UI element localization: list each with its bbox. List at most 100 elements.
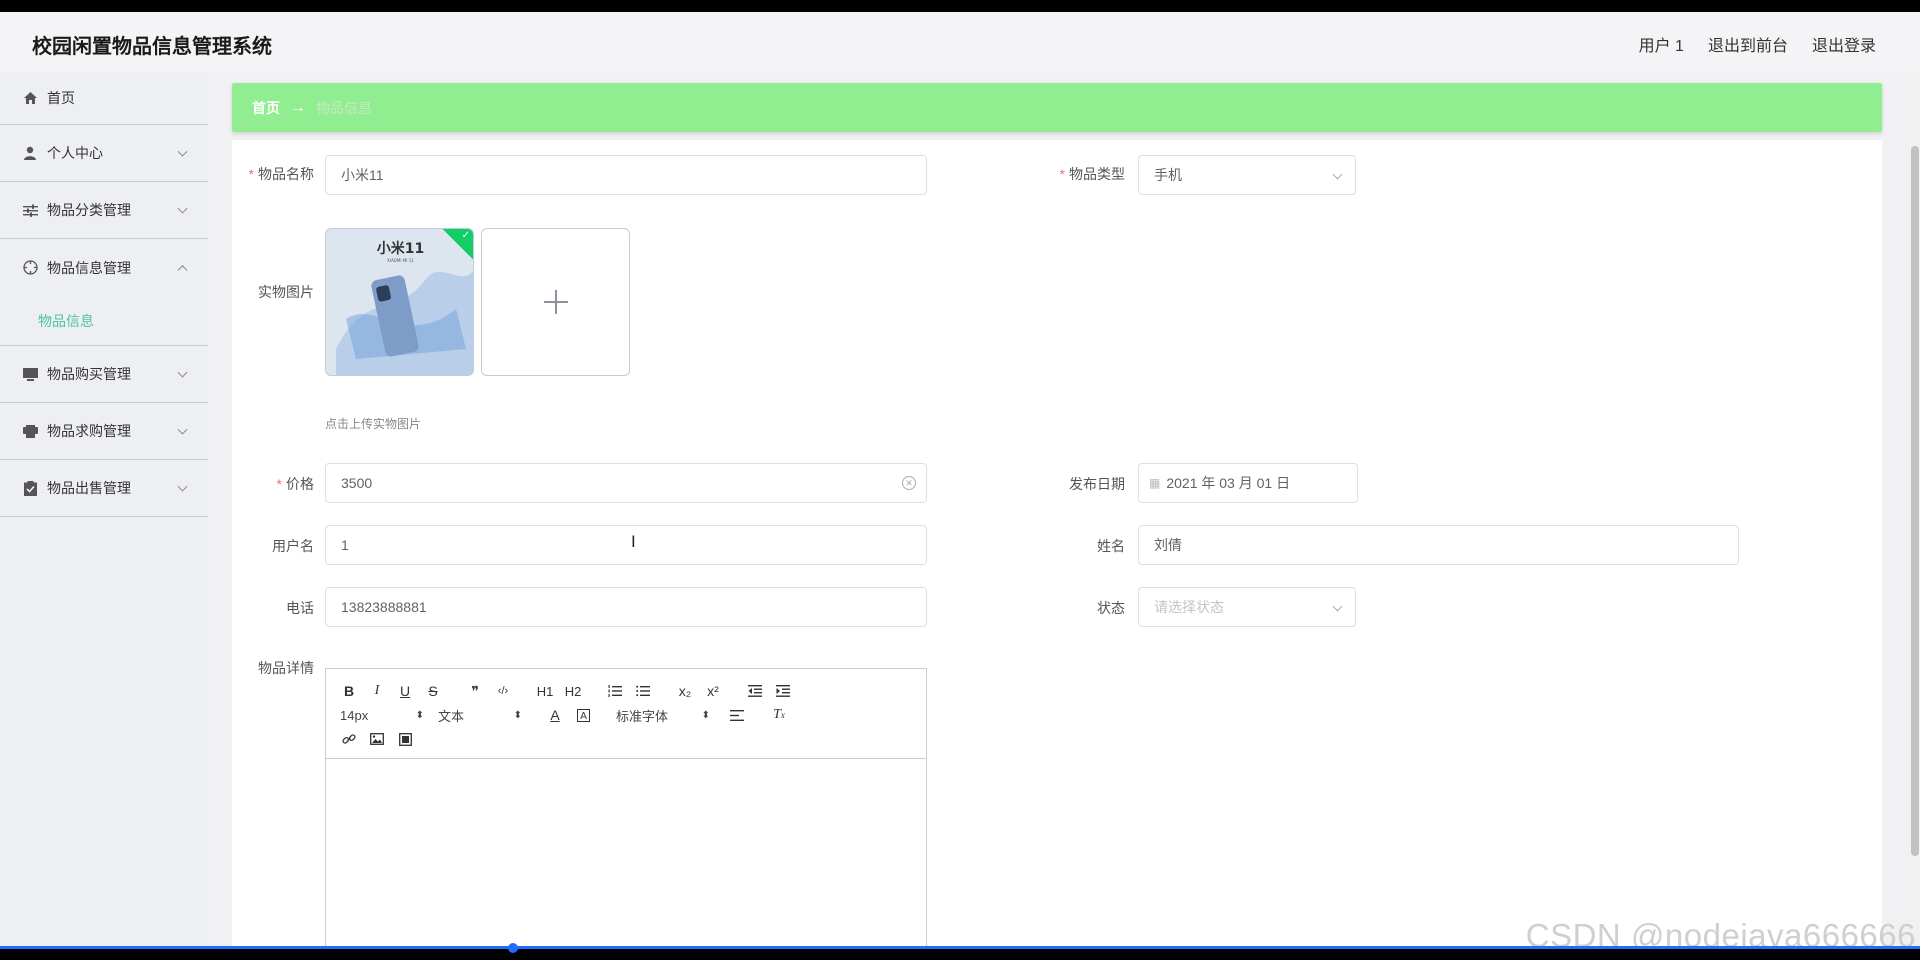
logout-link[interactable]: 退出登录 xyxy=(1812,32,1876,56)
font-family-select[interactable]: 标准字体 ⬍ xyxy=(616,706,710,725)
align-icon[interactable] xyxy=(728,705,746,725)
item-name-input[interactable]: 小米11 xyxy=(325,155,927,195)
phone-label: 电话 xyxy=(286,600,314,616)
svg-text:XIAOMI MI 11: XIAOMI MI 11 xyxy=(387,258,414,263)
clear-icon[interactable]: ✕ xyxy=(902,476,916,490)
chevron-down-icon xyxy=(177,481,188,492)
price-label: * 价格 xyxy=(276,476,314,492)
username-input[interactable]: 1 xyxy=(325,525,927,565)
link-icon[interactable] xyxy=(340,729,358,749)
status-label: 状态 xyxy=(1097,600,1125,616)
monitor-icon xyxy=(22,366,38,382)
updown-icon: ⬍ xyxy=(513,709,522,721)
publish-date-picker[interactable]: ▦ 2021 年 03 月 01 日 xyxy=(1138,463,1358,503)
italic-button[interactable]: I xyxy=(368,681,386,701)
updown-icon: ⬍ xyxy=(701,709,710,721)
user-label[interactable]: 用户 1 xyxy=(1639,32,1684,56)
sidebar-item-label: 个人中心 xyxy=(47,145,103,161)
photo-label: 实物图片 xyxy=(258,284,314,300)
bullet-list-icon[interactable] xyxy=(634,681,652,701)
chevron-down-icon xyxy=(1332,169,1343,180)
uploaded-photo-thumbnail[interactable]: 小米11 XIAOMI MI 11 ✓ xyxy=(325,228,474,376)
publish-date-value: 2021 年 03 月 01 日 xyxy=(1166,475,1291,491)
superscript-button[interactable]: x² xyxy=(704,681,722,701)
block-type-select[interactable]: 文本 ⬍ xyxy=(438,706,522,725)
chevron-down-icon xyxy=(177,146,188,157)
phone-input[interactable]: 13823888881 xyxy=(325,587,927,627)
plus-icon xyxy=(543,290,568,314)
sliders-icon xyxy=(22,202,38,218)
rich-text-editor: B I U S ❞ ‹/› H1 H2 x₂ x² 14px ⬍ 文本 ⬍ A … xyxy=(325,668,927,946)
status-placeholder: 请选择状态 xyxy=(1154,599,1224,615)
header-links: 用户 1 退出到前台 退出登录 xyxy=(1639,32,1876,56)
realname-label: 姓名 xyxy=(1097,538,1125,554)
chevron-down-icon xyxy=(1332,601,1343,612)
phone-photo-image: 小米11 XIAOMI MI 11 xyxy=(326,229,473,375)
exit-to-front-link[interactable]: 退出到前台 xyxy=(1708,32,1788,56)
sidebar-item-label: 首页 xyxy=(47,90,75,106)
app-title: 校园闲置物品信息管理系统 xyxy=(32,36,272,58)
sidebar-item-purchase[interactable]: 物品购买管理 xyxy=(0,346,208,403)
item-type-label: * 物品类型 xyxy=(1059,166,1125,182)
details-label: 物品详情 xyxy=(258,660,314,676)
sidebar-subitem-item-info[interactable]: 物品信息 xyxy=(0,296,208,346)
code-block-button[interactable]: ‹/› xyxy=(494,681,512,701)
calendar-icon: ▦ xyxy=(1149,476,1161,490)
image-icon[interactable] xyxy=(368,729,386,749)
video-progress-bar[interactable] xyxy=(0,946,1920,949)
editor-toolbar: B I U S ❞ ‹/› H1 H2 x₂ x² 14px ⬍ 文本 ⬍ A … xyxy=(326,669,926,759)
upload-add-button[interactable] xyxy=(481,228,630,376)
sidebar-item-sale[interactable]: 物品出售管理 xyxy=(0,460,208,517)
subscript-button[interactable]: x₂ xyxy=(676,681,694,701)
breadcrumb-current: 物品信息 xyxy=(316,99,372,116)
sidebar: 首页 个人中心 物品分类管理 物品信息管理 物品信息 物品购买管理 物品求购管理… xyxy=(0,72,208,946)
blockquote-button[interactable]: ❞ xyxy=(466,681,484,701)
underline-button[interactable]: U xyxy=(396,681,414,701)
user-icon xyxy=(22,145,38,161)
sidebar-item-home[interactable]: 首页 xyxy=(0,72,208,125)
background-color-icon[interactable]: A xyxy=(574,705,592,725)
watermark: CSDN @nodejava666666 xyxy=(1525,917,1916,946)
sidebar-item-wanted[interactable]: 物品求购管理 xyxy=(0,403,208,460)
status-select[interactable]: 请选择状态 xyxy=(1138,587,1356,627)
sidebar-item-category[interactable]: 物品分类管理 xyxy=(0,182,208,239)
sidebar-subitem-label[interactable]: 物品信息 xyxy=(38,311,94,331)
editor-content-area[interactable] xyxy=(326,759,926,946)
clear-format-icon[interactable]: Tx xyxy=(770,705,788,725)
price-value: 3500 xyxy=(341,475,373,491)
svg-text:小米11: 小米11 xyxy=(377,240,424,257)
home-icon xyxy=(22,90,38,106)
item-type-select[interactable]: 手机 xyxy=(1138,155,1356,195)
chevron-down-icon xyxy=(177,424,188,435)
price-input[interactable]: 3500 ✕ xyxy=(325,463,927,503)
header-2-button[interactable]: H2 xyxy=(564,681,582,701)
sidebar-item-item-info[interactable]: 物品信息管理 xyxy=(0,239,208,296)
video-icon[interactable] xyxy=(396,729,414,749)
strike-button[interactable]: S xyxy=(424,681,442,701)
font-color-icon[interactable]: A xyxy=(546,705,564,725)
realname-input[interactable]: 刘倩 xyxy=(1138,525,1739,565)
top-header: 校园闲置物品信息管理系统 用户 1 退出到前台 退出登录 xyxy=(0,12,1920,72)
breadcrumb: 首页 → 物品信息 xyxy=(232,83,1882,132)
indent-icon[interactable] xyxy=(774,681,792,701)
compass-icon xyxy=(22,260,38,276)
scrollbar-thumb[interactable] xyxy=(1911,146,1919,856)
ordered-list-icon[interactable] xyxy=(606,681,624,701)
check-icon: ✓ xyxy=(461,230,470,241)
upload-hint: 点击上传实物图片 xyxy=(325,417,422,431)
breadcrumb-home[interactable]: 首页 xyxy=(252,98,280,118)
clipboard-icon xyxy=(22,480,38,496)
bold-button[interactable]: B xyxy=(340,681,358,701)
outdent-icon[interactable] xyxy=(746,681,764,701)
item-name-label: * 物品名称 xyxy=(248,166,314,182)
header-1-button[interactable]: H1 xyxy=(536,681,554,701)
username-label: 用户名 xyxy=(272,538,314,554)
font-size-select[interactable]: 14px ⬍ xyxy=(340,708,424,723)
sidebar-item-label: 物品信息管理 xyxy=(47,259,131,276)
chevron-down-icon xyxy=(177,203,188,214)
sidebar-item-personal[interactable]: 个人中心 xyxy=(0,125,208,182)
page-scrollbar[interactable] xyxy=(1910,72,1920,946)
svg-text:A: A xyxy=(580,711,587,722)
video-progress-handle[interactable] xyxy=(508,943,518,953)
sidebar-item-label: 物品出售管理 xyxy=(47,480,131,496)
